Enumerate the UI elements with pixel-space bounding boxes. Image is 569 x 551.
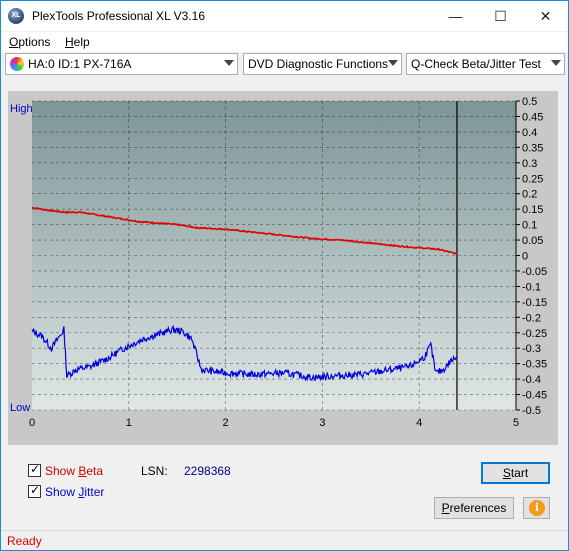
- y-tick-label: 0.2: [522, 189, 537, 201]
- x-tick-label: 5: [513, 417, 519, 429]
- x-tick-label: 1: [126, 417, 132, 429]
- chart-panel: 0.5 0.45 0.4 0.35 0.3 0.25 0.2 0.15 0.1 0.05 0 -0.0…: [8, 91, 558, 445]
- y-tick-label: -0.3: [522, 343, 541, 355]
- toolbar: HA:0 ID:1 PX-716A DVD Diagnostic Functio…: [1, 53, 568, 79]
- y-tick-label: 0.05: [522, 235, 543, 247]
- lsn-label: LSN:: [141, 464, 168, 478]
- info-button[interactable]: i: [523, 497, 550, 519]
- y-high-label: High: [10, 103, 33, 115]
- status-bar: Ready: [1, 530, 568, 550]
- function-select[interactable]: DVD Diagnostic Functions: [243, 53, 402, 75]
- y-tick-label: 0.45: [522, 111, 543, 123]
- close-button[interactable]: ✕: [523, 1, 568, 31]
- y-tick-label: 0.5: [522, 96, 537, 108]
- y-low-label: Low: [10, 402, 30, 414]
- y-tick-label: -0.45: [522, 390, 547, 402]
- y-tick-label: -0.2: [522, 312, 541, 324]
- x-tick-label: 2: [223, 417, 229, 429]
- check-icon: ✓: [30, 483, 41, 497]
- y-tick-label: 0.1: [522, 220, 537, 232]
- test-select-value: Q-Check Beta/Jitter Test: [411, 57, 541, 71]
- x-tick-label: 3: [319, 417, 325, 429]
- menu-bar: Options Help: [1, 32, 568, 52]
- x-tick-label: 0: [29, 417, 35, 429]
- x-tick-label: 4: [416, 417, 422, 429]
- show-jitter-checkbox[interactable]: ✓: [28, 483, 41, 498]
- show-jitter-label[interactable]: Show Jitter: [45, 485, 104, 499]
- options-panel: ✓ Show Beta ✓ Show Jitter LSN: 2298368 S…: [8, 451, 558, 525]
- menu-options[interactable]: Options: [9, 35, 50, 49]
- chevron-down-icon: [551, 60, 561, 66]
- preferences-button[interactable]: Preferences: [434, 497, 514, 519]
- beta-jitter-chart: 0.5 0.45 0.4 0.35 0.3 0.25 0.2 0.15 0.1 0.05 0 -0.0…: [10, 96, 547, 429]
- show-beta-label[interactable]: Show Beta: [45, 464, 103, 478]
- title-bar[interactable]: XL PlexTools Professional XL V3.16 — ☐ ✕: [1, 1, 568, 31]
- y-tick-label: -0.4: [522, 374, 541, 386]
- show-beta-checkbox[interactable]: ✓: [28, 462, 41, 477]
- minimize-button[interactable]: —: [433, 1, 478, 31]
- y-tick-label: 0.15: [522, 204, 543, 216]
- y-tick-label: -0.05: [522, 266, 547, 278]
- app-logo-icon: XL: [8, 8, 24, 24]
- y-tick-label: 0.35: [522, 142, 543, 154]
- y-tick-label: -0.5: [522, 405, 541, 417]
- status-text: Ready: [7, 534, 42, 548]
- function-select-value: DVD Diagnostic Functions: [248, 57, 389, 71]
- y-tick-label: 0.4: [522, 127, 537, 139]
- chevron-down-icon: [388, 60, 398, 66]
- test-select[interactable]: Q-Check Beta/Jitter Test: [406, 53, 565, 75]
- y-tick-label: -0.15: [522, 297, 547, 309]
- app-window: XL PlexTools Professional XL V3.16 — ☐ ✕…: [0, 0, 569, 551]
- y-tick-label: 0.3: [522, 158, 537, 170]
- y-tick-label: 0.25: [522, 173, 543, 185]
- disc-icon: [10, 57, 24, 71]
- y-tick-label: -0.35: [522, 359, 547, 371]
- menu-help[interactable]: Help: [65, 35, 90, 49]
- maximize-button[interactable]: ☐: [478, 1, 523, 31]
- window-title: PlexTools Professional XL V3.16: [32, 9, 205, 23]
- drive-select[interactable]: HA:0 ID:1 PX-716A: [5, 53, 238, 75]
- y-tick-label: -0.25: [522, 328, 547, 340]
- y-tick-label: 0: [522, 251, 528, 263]
- lsn-value: 2298368: [184, 464, 231, 478]
- start-button[interactable]: Start: [481, 462, 550, 484]
- check-icon: ✓: [30, 462, 41, 476]
- y-tick-label: -0.1: [522, 281, 541, 293]
- drive-select-value: HA:0 ID:1 PX-716A: [28, 57, 132, 71]
- chevron-down-icon: [224, 60, 234, 66]
- info-icon: i: [529, 500, 545, 516]
